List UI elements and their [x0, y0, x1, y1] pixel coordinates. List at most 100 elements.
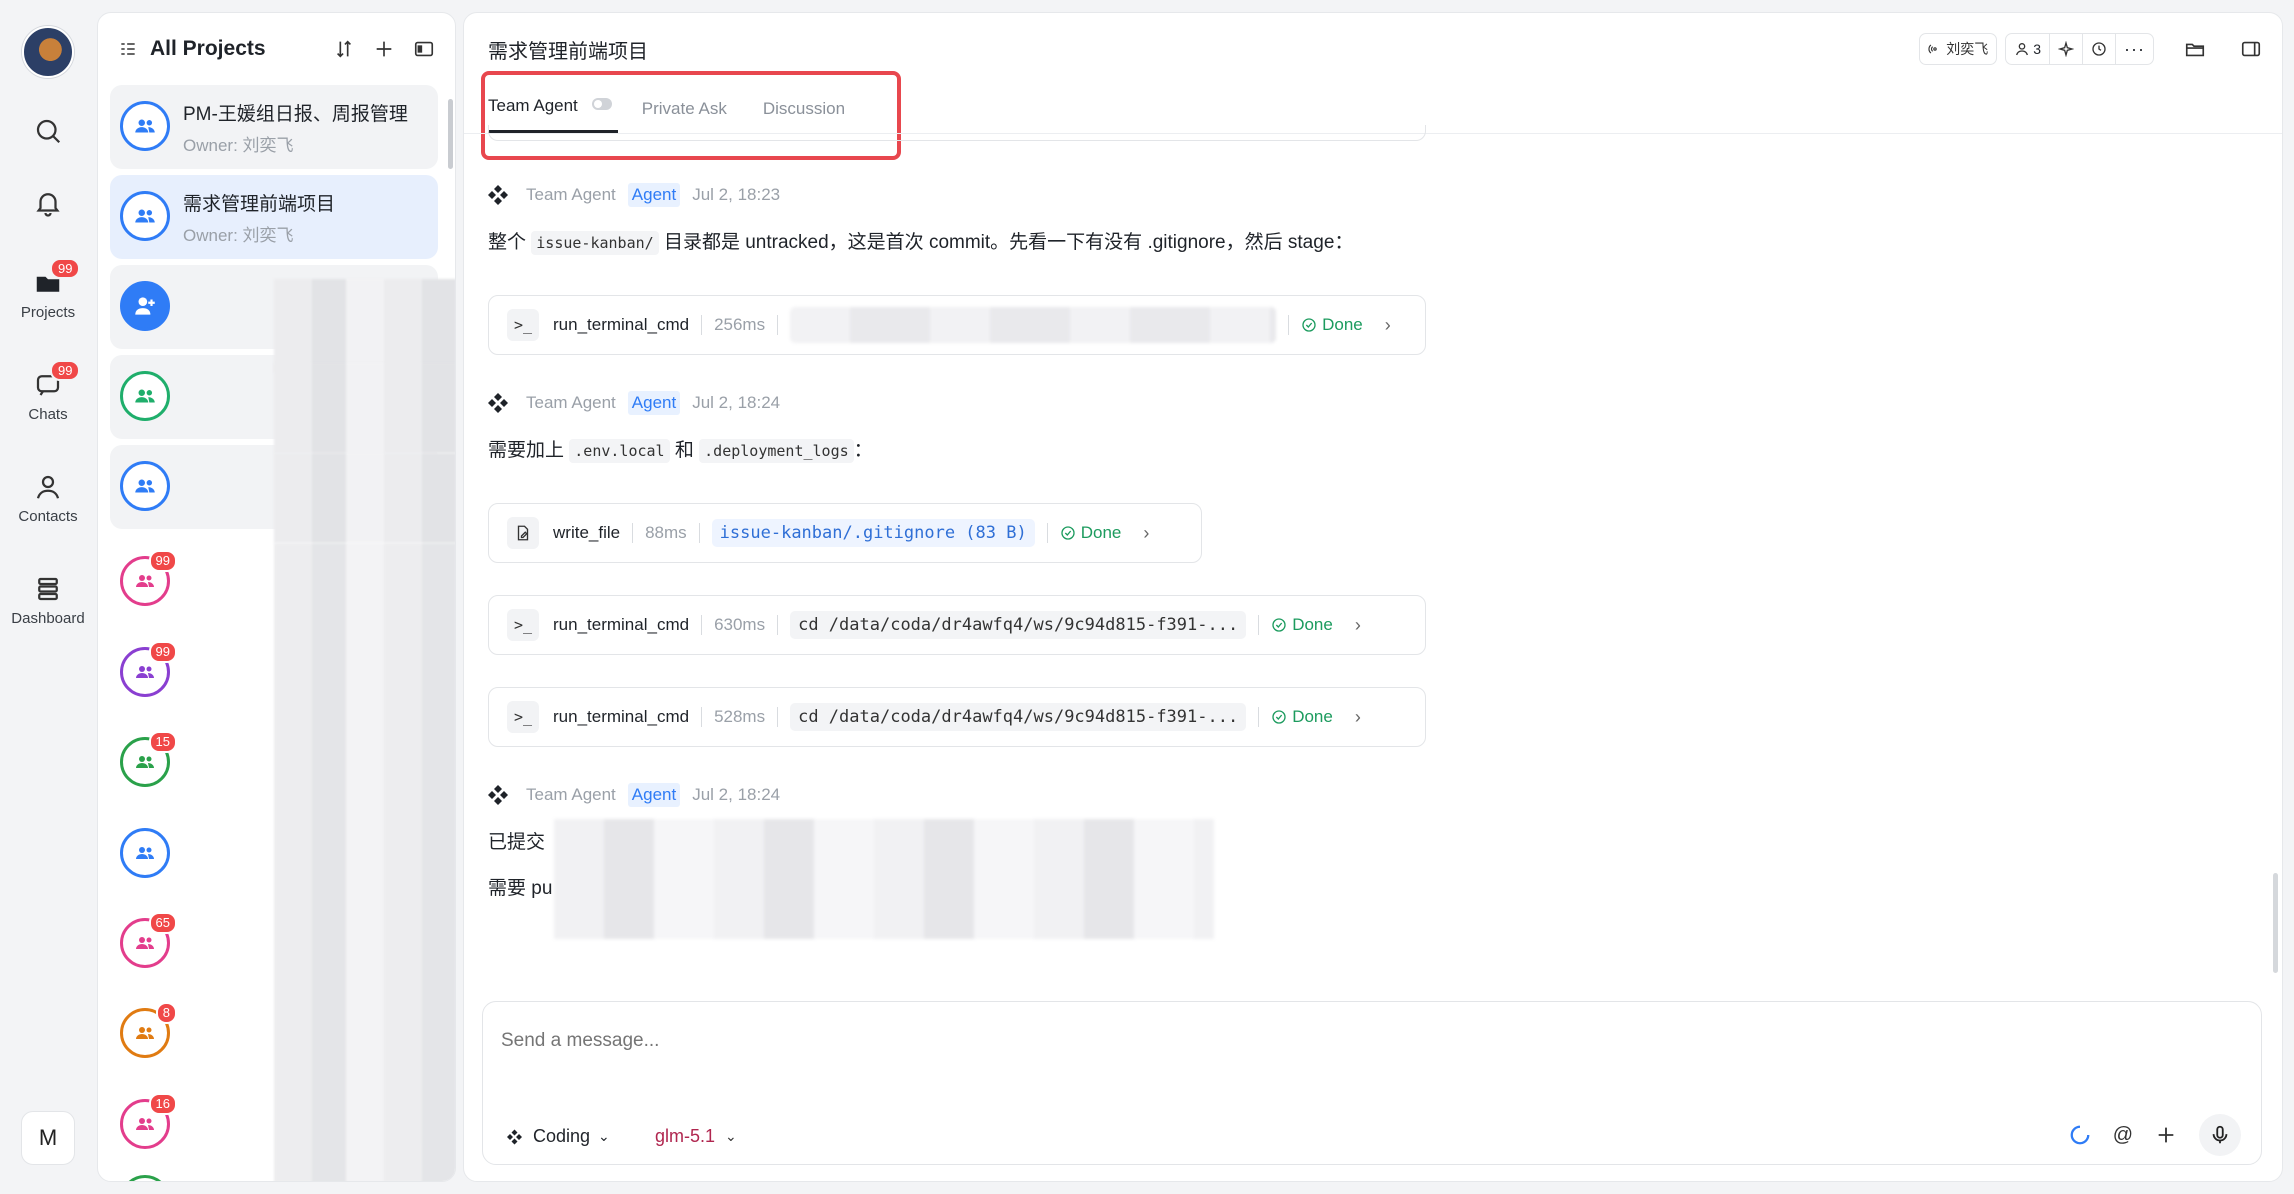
nav-chats[interactable]: 99 Chats: [0, 360, 96, 423]
chevron-right-icon: ›: [1384, 314, 1391, 335]
redacted-content: [274, 363, 455, 453]
team-icon: [136, 847, 154, 859]
chevron-down-icon: ⌄: [725, 1128, 737, 1144]
model-selector[interactable]: glm-5.1 ⌄: [655, 1126, 737, 1147]
sidebar-toggle-icon[interactable]: [413, 38, 435, 60]
project-title: PM-王媛组日报、周报管理: [183, 104, 408, 125]
project-item[interactable]: PM-王媛组日报、周报管理 Owner: 刘奕飞: [110, 85, 438, 169]
project-list-panel: All Projects PM-王媛组日报、周报管理 Owner: 刘奕飞 需求…: [97, 12, 456, 1182]
chevron-right-icon: ›: [1354, 614, 1361, 635]
tool-argument: issue-kanban/.gitignore (83 B): [711, 519, 1035, 547]
panel-toggle-button[interactable]: [2236, 34, 2266, 64]
check-circle-icon: [1302, 318, 1316, 332]
member-count: 3: [2033, 41, 2042, 57]
team-icon: [120, 101, 170, 151]
search-icon: [36, 119, 61, 144]
nav-dashboard-label: Dashboard: [11, 610, 85, 627]
status-done: Done: [1301, 315, 1363, 335]
message-input[interactable]: [501, 1030, 2201, 1052]
project-title: 需求管理前端项目: [183, 194, 336, 215]
agent-logo-icon: [488, 785, 508, 805]
workspace-switcher[interactable]: M: [21, 1111, 75, 1165]
tool-name: run_terminal_cmd: [553, 315, 690, 334]
inline-code: .deployment_logs: [699, 439, 854, 463]
team-icon: [136, 666, 154, 678]
status-label: Done: [1292, 707, 1333, 726]
nav-dashboard[interactable]: Dashboard: [0, 574, 96, 627]
list-scrollbar[interactable]: [448, 99, 453, 169]
project-item[interactable]: [120, 828, 170, 878]
terminal-icon: >_: [507, 609, 539, 641]
agent-tag: Agent: [627, 783, 681, 807]
project-item[interactable]: 99: [120, 641, 177, 697]
tool-call-card[interactable]: >_ run_terminal_cmd 630ms cd /data/coda/…: [488, 595, 1426, 655]
status-done: Done: [1271, 615, 1333, 635]
message-text: 整个 issue-kanban/ 目录都是 untracked，这是首次 com…: [488, 227, 1353, 255]
nav-projects[interactable]: 99 Projects: [0, 258, 96, 321]
check-circle-icon: [1272, 618, 1286, 632]
chat-scrollbar[interactable]: [2273, 873, 2278, 973]
project-owner: Owner: 刘奕飞: [183, 136, 294, 155]
tool-name: write_file: [553, 523, 621, 542]
members-button[interactable]: 3: [2006, 34, 2051, 64]
sender-name: Team Agent: [526, 185, 616, 204]
tool-name: run_terminal_cmd: [553, 615, 690, 634]
project-item[interactable]: 16: [120, 1093, 177, 1149]
open-folder-icon: [2185, 43, 2205, 57]
list-icon[interactable]: [118, 39, 138, 59]
chats-badge: 99: [50, 360, 81, 381]
sparkle-button[interactable]: [2050, 34, 2084, 64]
unread-badge: 16: [148, 1093, 177, 1115]
agent-logo-icon: [507, 1129, 522, 1144]
project-item[interactable]: 65: [120, 912, 177, 968]
composer-actions: @: [2069, 1114, 2241, 1156]
clock-icon: [2092, 42, 2106, 56]
sort-icon[interactable]: [333, 38, 355, 60]
chevron-down-icon: ⌄: [598, 1128, 610, 1144]
page-title: 需求管理前端项目: [488, 41, 648, 63]
project-item[interactable]: 8: [120, 1002, 177, 1058]
nav-contacts[interactable]: Contacts: [0, 472, 96, 525]
tool-call-card[interactable]: >_ run_terminal_cmd 528ms cd /data/coda/…: [488, 687, 1426, 747]
more-icon: ···: [2124, 38, 2145, 59]
team-icon: [136, 756, 154, 768]
status-label: Done: [1292, 615, 1333, 634]
terminal-icon: >_: [507, 309, 539, 341]
tool-name: run_terminal_cmd: [553, 707, 690, 726]
header-button-group: 3 ···: [2005, 33, 2154, 65]
file-edit-icon: [507, 517, 539, 549]
nav-rail: 99 Projects 99 Chats Contacts Dashboard …: [0, 0, 96, 1194]
message-text: 需要加上 .env.local 和 .deployment_logs：: [488, 435, 873, 463]
team-icon: [120, 191, 170, 241]
project-item-active[interactable]: 需求管理前端项目 Owner: 刘奕飞: [110, 175, 438, 259]
more-button[interactable]: ···: [2116, 34, 2153, 64]
chevron-right-icon: ›: [1143, 522, 1150, 543]
voice-button[interactable]: [2199, 1114, 2241, 1156]
mode-selector[interactable]: Coding ⌄: [507, 1126, 610, 1147]
tool-call-card[interactable]: write_file 88ms issue-kanban/.gitignore …: [488, 503, 1202, 563]
inline-code: .env.local: [569, 439, 670, 463]
project-item[interactable]: 15: [120, 731, 177, 787]
nav-projects-label: Projects: [20, 304, 76, 321]
add-icon[interactable]: [373, 38, 395, 60]
project-item[interactable]: 99: [120, 550, 177, 606]
user-chip[interactable]: 刘奕飞: [1919, 33, 1998, 65]
team-icon: [136, 937, 154, 949]
team-icon: [120, 461, 170, 511]
tool-argument: cd /data/coda/dr4awfq4/ws/9c94d815-f391-…: [790, 703, 1247, 731]
add-icon[interactable]: [2155, 1124, 2177, 1146]
search-button[interactable]: [0, 116, 96, 146]
folder-button[interactable]: [2180, 34, 2210, 64]
text-segment: 需要加上: [488, 440, 570, 461]
project-item[interactable]: [120, 1175, 170, 1181]
redacted-content: [554, 819, 1214, 939]
tool-call-card[interactable]: >_ run_terminal_cmd 256ms Done ›: [488, 295, 1426, 355]
mention-icon[interactable]: @: [2113, 1124, 2133, 1147]
microphone-icon: [2212, 1125, 2228, 1144]
check-circle-icon: [1272, 710, 1286, 724]
agent-logo-icon: [488, 185, 508, 205]
history-button[interactable]: [2083, 34, 2117, 64]
unread-badge: 8: [155, 1002, 177, 1024]
notifications-button[interactable]: [0, 188, 96, 218]
user-avatar[interactable]: [22, 26, 74, 78]
